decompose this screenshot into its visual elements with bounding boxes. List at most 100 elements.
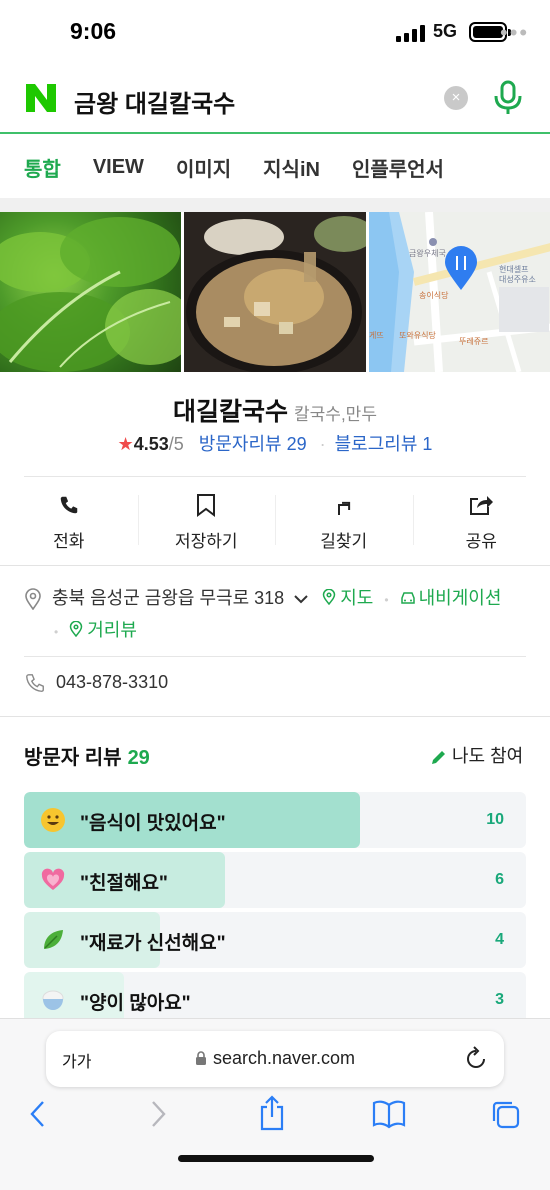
save-label: 저장하기: [174, 532, 238, 551]
tab-influencer[interactable]: 인플루언서: [352, 153, 444, 182]
section-divider: [0, 198, 550, 212]
call-button[interactable]: 전화: [0, 477, 138, 565]
place-name[interactable]: 대길칼국수: [173, 398, 288, 426]
photo-lettuce[interactable]: [0, 212, 182, 372]
more-tabs-button[interactable]: •••: [500, 20, 529, 46]
street-view-label: 거리뷰: [87, 620, 137, 640]
microphone-icon[interactable]: [492, 80, 524, 116]
link-separator: •: [54, 625, 59, 639]
share-sheet-icon[interactable]: [258, 1095, 286, 1131]
directions-icon: [337, 501, 350, 515]
map-label-shop4: 게뜨: [369, 330, 384, 340]
reload-icon[interactable]: [464, 1045, 488, 1071]
browser-toolbar: 가가 search.naver.com: [0, 1018, 550, 1190]
search-tabs: 통합 VIEW 이미지 지식iN 인플루언서: [0, 136, 550, 198]
review-keyword-text: "음식이 맛있어요": [80, 813, 226, 834]
review-keywords-list: "음식이 맛있어요" 10 "친절해요" 6 "재료가 신선해요" 4 "양이 …: [24, 792, 526, 1032]
search-bar: 금왕 대길칼국수 ×: [0, 64, 550, 134]
review-keyword-row[interactable]: "재료가 신선해요" 4: [24, 912, 526, 968]
save-button[interactable]: 저장하기: [137, 477, 276, 565]
navigation-link[interactable]: 내비게이션: [400, 588, 502, 608]
chevron-down-icon[interactable]: [293, 593, 309, 605]
review-keyword-text: "친절해요": [80, 873, 168, 894]
phone-number[interactable]: 043-878-3310: [56, 672, 168, 692]
visitor-reviews-link[interactable]: 방문자리뷰 29: [199, 434, 307, 454]
rating-value: 4.53: [133, 434, 169, 454]
heart-emoji-icon: [41, 868, 65, 890]
map-pin-outline-icon: [69, 620, 83, 638]
share-label: 공유: [465, 532, 497, 551]
navigation-link-label: 내비게이션: [418, 588, 502, 608]
cellular-signal-icon: [396, 24, 425, 42]
street-view-link[interactable]: 거리뷰: [69, 620, 137, 640]
leaf-emoji-icon: [44, 930, 63, 949]
address-bar[interactable]: 가가 search.naver.com: [46, 1031, 504, 1087]
map-label-shop3: 뚜레쥬르: [459, 337, 488, 346]
location-map[interactable]: 금왕우체국 현대셀프 대성주유소 송이식당 또와유식당 뚜레쥬르 게뜨: [368, 212, 550, 372]
divider: [0, 716, 550, 717]
directions-button[interactable]: 길찾기: [275, 477, 413, 565]
review-keyword-text: "재료가 신선해요": [80, 933, 226, 954]
network-type: 5G: [433, 21, 458, 41]
tab-knowledge-in[interactable]: 지식iN: [263, 153, 320, 182]
photo-strip: 금왕우체국 현대셀프 대성주유소 송이식당 또와유식당 뚜레쥬르 게뜨: [0, 212, 550, 372]
rice-bowl-emoji-icon: [42, 990, 64, 1010]
url-text: search.naver.com: [212, 1048, 356, 1068]
photo-soup[interactable]: [184, 212, 366, 372]
meta-separator: ·: [319, 434, 326, 454]
rating-max: /5: [168, 434, 184, 454]
review-keyword-row[interactable]: "친절해요" 6: [24, 852, 526, 908]
visitor-reviews-heading: 방문자 리뷰 29: [24, 741, 150, 770]
car-icon: [400, 592, 415, 604]
location-pin-icon: [25, 588, 41, 611]
place-category: 칼국수,만두: [294, 405, 377, 424]
pencil-icon: [432, 751, 445, 765]
status-bar: 9:06 5G: [0, 0, 550, 64]
tabs-icon[interactable]: [490, 1099, 522, 1131]
map-label-shop2: 또와유식당: [399, 330, 436, 340]
tab-view[interactable]: VIEW: [93, 156, 144, 179]
address-row: 충북 음성군 금왕읍 무극로 318 지도 • 내비게이션 • 거리뷰: [24, 583, 534, 647]
divider: [0, 565, 550, 566]
review-keyword-count: 6: [495, 871, 504, 888]
forward-icon[interactable]: [148, 1099, 168, 1129]
place-meta: ★4.53/5 방문자리뷰 29 · 블로그리뷰 1: [0, 430, 550, 456]
map-link[interactable]: 지도: [322, 588, 373, 608]
bookmarks-icon[interactable]: [372, 1099, 406, 1129]
review-keyword-text: "양이 많아요": [80, 993, 191, 1014]
tab-integrated[interactable]: 통합: [24, 153, 61, 182]
home-indicator[interactable]: [178, 1155, 374, 1162]
directions-label: 길찾기: [320, 532, 368, 551]
tab-images[interactable]: 이미지: [176, 153, 231, 182]
map-label-store1: 현대셀프: [499, 264, 528, 274]
clear-search-button[interactable]: ×: [444, 86, 468, 110]
share-button[interactable]: 공유: [412, 477, 550, 565]
address-text[interactable]: 충북 음성군 금왕읍 무극로 318: [52, 588, 284, 608]
back-icon[interactable]: [28, 1099, 48, 1129]
lock-icon: [195, 1051, 206, 1065]
call-label: 전화: [53, 532, 85, 551]
blog-reviews-link[interactable]: 블로그리뷰 1: [335, 434, 433, 454]
bookmark-icon: [197, 494, 216, 517]
browser-nav: [0, 1095, 550, 1143]
search-input[interactable]: 금왕 대길칼국수: [74, 84, 235, 119]
star-icon: ★: [117, 434, 134, 454]
phone-row[interactable]: 043-878-3310: [24, 672, 168, 694]
phone-outline-icon: [26, 674, 44, 693]
map-pin-outline-icon: [322, 588, 336, 606]
review-keyword-count: 4: [495, 931, 504, 948]
naver-logo-icon[interactable]: [24, 82, 58, 114]
smile-emoji-icon: [41, 808, 65, 832]
review-keyword-row[interactable]: "음식이 맛있어요" 10: [24, 792, 526, 848]
map-label-post-office: 금왕우체국: [409, 248, 446, 258]
place-header: 대길칼국수 칼국수,만두 ★4.53/5 방문자리뷰 29 · 블로그리뷰 1: [0, 372, 550, 476]
phone-icon: [60, 496, 77, 514]
divider: [24, 656, 526, 657]
url-display[interactable]: search.naver.com: [46, 1048, 504, 1069]
join-review-button[interactable]: 나도 참여: [430, 742, 523, 768]
reviews-title: 방문자 리뷰: [24, 747, 122, 769]
reviews-count: 29: [127, 747, 150, 769]
link-separator: •: [384, 593, 389, 607]
map-label-store2: 대성주유소: [499, 275, 536, 284]
review-keyword-count: 10: [486, 811, 504, 828]
